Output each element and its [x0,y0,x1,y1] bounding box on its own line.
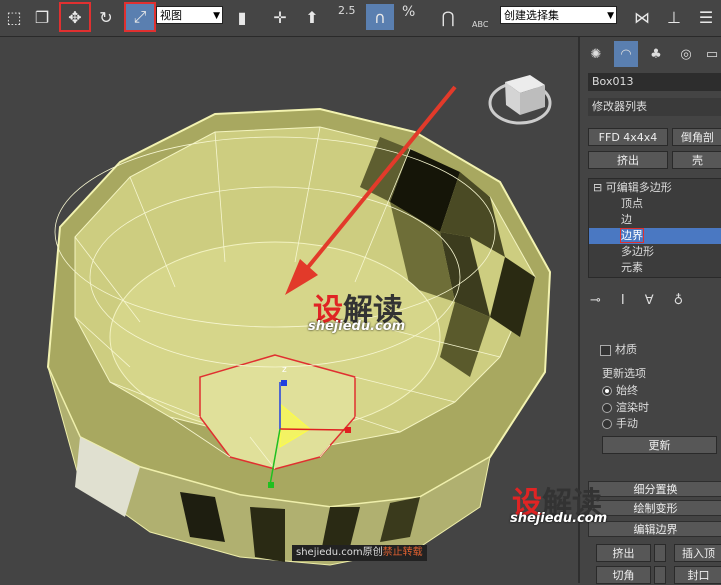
stack-item-edge[interactable]: 边 [589,212,721,228]
make-unique-icon[interactable]: ∀ [645,293,674,308]
modifier-list-dropdown[interactable]: 修改器列表 [588,98,721,116]
material-checkbox[interactable]: 材质 [600,341,637,357]
stack-label: 多边形 [621,245,654,258]
create-tab-icon[interactable]: ✺ [584,41,608,67]
named-selection-set[interactable]: 创建选择集 ▼ [500,6,617,24]
stack-label: 边界 [620,228,644,243]
watermark-url: shejiedu.com [308,319,406,334]
stack-item-border[interactable]: 边界 [589,228,721,244]
percent-snap-label[interactable]: % [402,4,415,20]
shell-button[interactable]: 壳 [672,151,721,169]
perspective-viewport[interactable]: z 设解读 shejiedu.com [0,37,577,583]
cap-button[interactable]: 封口 [674,566,721,584]
keyboard-shortcut-icon[interactable]: ⬆ [298,4,326,30]
stack-label: 元素 [621,261,643,274]
radio-always[interactable]: 始终 [602,382,638,398]
named-selection-value: 创建选择集 [504,9,559,22]
gizmo-z-label: z [282,365,287,375]
stack-item-editable-poly[interactable]: ⊟ 可编辑多边形 [589,180,721,196]
stack-label: 可编辑多边形 [605,181,672,194]
insert-vertex-button[interactable]: 插入顶 [674,544,721,562]
select-region-icon[interactable]: ⬚ [0,4,28,30]
display-tab-icon[interactable]: ▭ [700,41,721,67]
reference-coord-value: 视图 [160,9,182,22]
stack-tools-row: ⊸Ⅰ∀♁ [590,293,720,311]
radio-manual-label: 手动 [616,417,638,430]
window-crossing-icon[interactable]: ❐ [28,4,56,30]
hierarchy-tab-icon[interactable]: ♣ [644,41,668,67]
rollout-paint-deformation[interactable]: 绘制变形 [588,500,721,516]
command-tabs: ✺ ◠ ♣ ◎ ▭ [580,41,721,67]
select-manipulate-icon[interactable]: ✛ [266,4,294,30]
pivot-center-icon[interactable]: ▮ [228,4,256,30]
mirror-icon[interactable]: ⋈ [628,4,656,30]
pin-stack-icon[interactable]: ⊸ [590,293,621,308]
radio-render[interactable]: 渲染时 [602,399,649,415]
edit-named-sets-label[interactable]: ABC [472,20,488,29]
stack-item-vertex[interactable]: 顶点 [589,196,721,212]
select-rotate-icon[interactable]: ↻ [92,4,120,30]
remove-modifier-icon[interactable]: ♁ [674,293,704,308]
material-label: 材质 [615,343,637,356]
main-toolbar: ⬚ ❐ ✥ ↻ ⤢ 视图 ▼ ▮ ✛ ⬆ 2.5 ∩ % ⋂ ABC 创建选择集 ▼… [0,0,721,37]
update-button[interactable]: 更新 [602,436,717,454]
rollout-subdivision-displacement[interactable]: 细分置换 [588,481,721,497]
reference-coord-select[interactable]: 视图 ▼ [156,6,223,24]
stack-item-element[interactable]: 元素 [589,260,721,276]
bowl-mesh [46,75,552,566]
modifier-stack: ⊟ 可编辑多边形 顶点 边 边界 多边形 元素 [588,178,721,278]
layer-manager-icon[interactable]: ☰ [692,4,720,30]
rollout-edit-borders[interactable]: 编辑边界 [588,521,721,537]
select-move-icon[interactable]: ✥ [59,2,91,32]
extrude-modifier-button[interactable]: 挤出 [588,151,668,169]
chamfer-profile-button[interactable]: 倒角剖 [672,128,721,146]
spinner-snap-icon[interactable]: ⋂ [434,4,462,30]
angle-snap-icon[interactable]: ∩ [366,4,394,30]
radio-render-label: 渲染时 [616,401,649,414]
object-name-field[interactable]: Box013 [588,73,721,91]
stack-label: 边 [621,213,632,226]
copyright-note: shejiedu.com原创禁止转载 [292,545,427,561]
radio-always-label: 始终 [616,384,638,397]
chamfer-border-button[interactable]: 切角 [596,566,651,584]
align-icon[interactable]: ⊥ [660,4,688,30]
view-cube[interactable] [488,75,552,125]
ffd-button[interactable]: FFD 4x4x4 [588,128,668,146]
select-scale-icon[interactable]: ⤢ [124,2,156,32]
extrude-border-button[interactable]: 挤出 [596,544,651,562]
motion-tab-icon[interactable]: ◎ [674,41,698,67]
chamfer-settings-button[interactable] [654,566,666,584]
stack-label: 顶点 [621,197,643,210]
copyright-warning: 禁止转载 [382,547,423,558]
modify-tab-icon[interactable]: ◠ [614,41,638,67]
radio-manual[interactable]: 手动 [602,415,638,431]
copyright-site: shejiedu.com原创 [296,547,383,558]
show-end-result-icon[interactable]: Ⅰ [621,293,645,308]
extrude-settings-button[interactable] [654,544,666,562]
snap-toggle-label[interactable]: 2.5 [338,4,356,17]
update-options-title: 更新选项 [602,367,646,380]
stack-item-polygon[interactable]: 多边形 [589,244,721,260]
watermark-url-2: shejiedu.com [510,511,608,526]
